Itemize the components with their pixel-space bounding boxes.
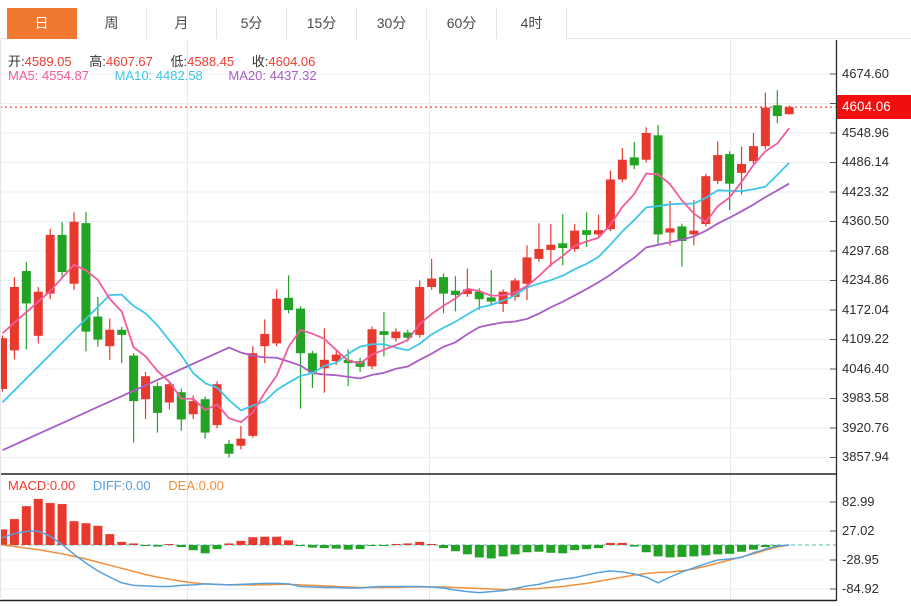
tab-日[interactable]: 日 [7,8,77,39]
macd-label: MACD: [8,478,50,493]
ma20-label: MA20: [228,68,266,83]
ma20-line [3,184,790,451]
price-axis-label: 4234.86 [842,272,889,287]
ma10-value: 4482.58 [156,68,203,83]
price-axis-label: 4046.40 [842,361,889,376]
macd-axis-label: 82.99 [842,494,875,509]
open-readout: 开:4589.05 [8,54,72,69]
candles-layer[interactable] [0,90,794,457]
macd-axis-label: -84.92 [842,581,879,596]
price-axis-label: 3983.58 [842,390,889,405]
diff-line [3,531,790,593]
tab-周[interactable]: 周 [77,8,147,39]
ma5-label: MA5: [8,68,38,83]
ma20-value: 4437.32 [270,68,317,83]
open-label: 开: [8,54,25,69]
diff-readout: DIFF:0.00 [93,478,151,493]
tab-5分[interactable]: 5分 [217,8,287,39]
dea-readout: DEA:0.00 [168,478,224,493]
price-axis-label: 4548.96 [842,125,889,140]
current-price-badge: 4604.06 [837,95,911,119]
diff-value: 0.00 [125,478,150,493]
high-label: 高: [89,54,106,69]
macd-readout: MACD:0.00 [8,478,75,493]
macd-value: 0.00 [50,478,75,493]
ma5-line [3,128,790,422]
low-readout: 低:4588.45 [171,54,235,69]
low-value: 4588.45 [187,54,234,69]
macd-layer[interactable] [0,499,789,593]
ma10-readout: MA10: 4482.58 [115,68,203,83]
chart-canvas[interactable] [0,0,911,606]
tab-30分[interactable]: 30分 [357,8,427,39]
dea-label: DEA: [168,478,198,493]
tab-60分[interactable]: 60分 [427,8,497,39]
ma5-value: 4554.87 [42,68,89,83]
ma10-label: MA10: [115,68,153,83]
tab-月[interactable]: 月 [147,8,217,39]
ma10-line [3,163,790,411]
ma20-readout: MA20: 4437.32 [228,68,316,83]
tab-15分[interactable]: 15分 [287,8,357,39]
close-label: 收: [252,54,269,69]
dea-value: 0.00 [199,478,224,493]
price-axis-label: 3857.94 [842,449,889,464]
tab-4时[interactable]: 4时 [497,8,567,39]
low-label: 低: [171,54,188,69]
macd-legend: MACD:0.00 DIFF:0.00 DEA:0.00 [8,478,238,493]
price-axis-label: 4423.32 [842,184,889,199]
price-axis-label: 4486.14 [842,154,889,169]
high-readout: 高:4607.67 [89,54,153,69]
open-value: 4589.05 [25,54,72,69]
ma-legend: MA5: 4554.87 MA10: 4482.58 MA20: 4437.32 [8,68,339,83]
ma5-readout: MA5: 4554.87 [8,68,89,83]
price-axis-label: 4674.60 [842,66,889,81]
price-axis-label: 4297.68 [842,243,889,258]
close-value: 4604.06 [268,54,315,69]
macd-axis-label: 27.02 [842,523,875,538]
high-value: 4607.67 [106,54,153,69]
macd-axis-label: -28.95 [842,552,879,567]
price-axis-label: 4109.22 [842,331,889,346]
diff-label: DIFF: [93,478,126,493]
ma-lines-layer [3,128,790,450]
timeframe-tabbar: 日周月5分15分30分60分4时 [0,0,911,39]
close-readout: 收:4604.06 [252,54,316,69]
price-axis-label: 3920.76 [842,420,889,435]
price-axis-label: 4172.04 [842,302,889,317]
price-axis-label: 4360.50 [842,213,889,228]
